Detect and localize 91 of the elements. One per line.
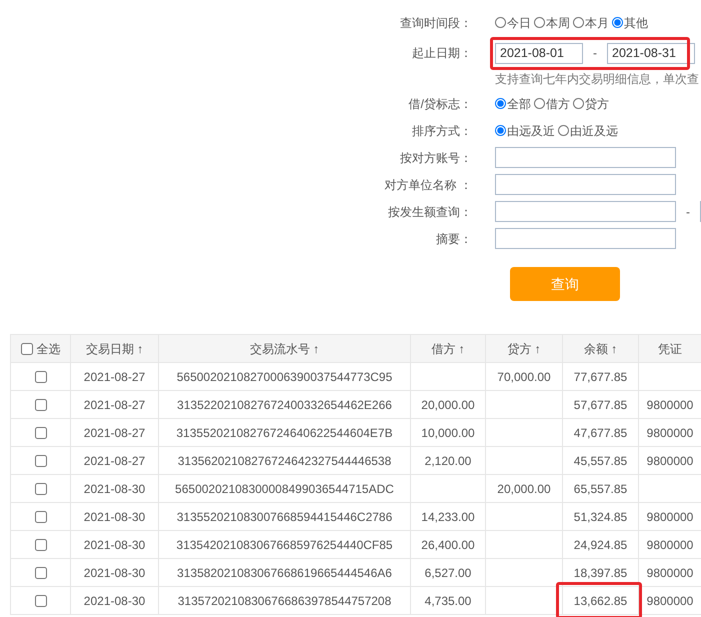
input-field[interactable]: 2021-08-31 [607, 42, 695, 64]
table-cell: 2021-08-30 [84, 566, 146, 580]
table-cell: 9800000 [646, 538, 694, 552]
radio-button[interactable] [495, 17, 506, 28]
checkbox[interactable] [34, 511, 46, 524]
table-cell: 2021-08-27 [84, 454, 146, 468]
radio-label: 本周 [546, 14, 570, 32]
table-cell: 45,557.85 [574, 454, 628, 468]
table-cell: 2021-08-30 [84, 510, 146, 524]
radio-label: 其他 [624, 14, 648, 32]
table-cell: 9800000 [646, 454, 694, 468]
radio-label: 今日 [507, 14, 531, 32]
table-cell: 18,397.85 [574, 566, 628, 580]
field-label: 按发生额查询： [387, 204, 473, 220]
table-cell: 6,527.00 [424, 566, 472, 580]
checkbox[interactable] [34, 595, 46, 608]
range-separator: - [686, 204, 690, 220]
table-cell: 4,735.00 [424, 594, 472, 608]
checkbox[interactable] [34, 567, 46, 580]
table-cell: 313582021083067668619665444546A6 [177, 566, 392, 580]
table-cell: 2021-08-30 [84, 538, 146, 552]
field-label: 排序方式： [411, 122, 473, 140]
radio-label: 由远及近 [507, 122, 555, 140]
table-cell: 9800000 [646, 566, 694, 580]
radio-label: 借方 [546, 96, 570, 112]
sortable-column-header[interactable]: 交易流水号 ↑ [250, 342, 320, 356]
table-cell: 14,233.00 [421, 510, 475, 524]
table-cell: 57,677.85 [574, 398, 628, 412]
checkbox[interactable] [34, 427, 46, 440]
table-cell: 77,677.85 [574, 370, 628, 384]
radio-button[interactable] [495, 98, 506, 109]
table-cell: 56500202108270006390037544773C95 [176, 370, 392, 384]
table-cell: 65,557.85 [574, 482, 628, 496]
table-cell: 2021-08-30 [84, 482, 146, 496]
table-cell: 13,662.85 [574, 594, 628, 608]
range-separator: - [593, 45, 597, 62]
field-label: 摘要： [435, 230, 473, 248]
radio-label: 由近及远 [570, 122, 618, 140]
field-label: 借/贷标志： [408, 96, 473, 112]
table-cell: 10,000.00 [421, 426, 475, 440]
input-field[interactable] [495, 147, 676, 168]
input-field[interactable]: 2021-08-01 [495, 42, 583, 64]
radio-button[interactable] [495, 125, 506, 136]
table-cell: 9800000 [646, 426, 694, 440]
radio-button[interactable] [534, 17, 545, 28]
table-cell: 2021-08-27 [84, 398, 146, 412]
hint-text: 支持查询七年内交易明细信息，单次查 [495, 72, 699, 86]
select-all-label: 全选 [36, 342, 60, 356]
table-cell: 26,400.00 [421, 538, 475, 552]
column-header: 凭证 [658, 342, 682, 356]
input-field[interactable] [495, 201, 676, 222]
table-cell: 3135220210827672400332654462E266 [177, 398, 392, 412]
table-cell: 31355202108276724640622544604E7B [176, 426, 393, 440]
table-cell: 31356202108276724642327544446538 [178, 454, 392, 468]
radio-button[interactable] [534, 98, 545, 109]
radio-button[interactable] [612, 17, 623, 28]
field-label: 起止日期： [411, 45, 473, 62]
radio-label: 本月 [585, 14, 609, 32]
table-cell: 24,924.85 [574, 538, 628, 552]
checkbox[interactable] [20, 343, 32, 356]
table-cell: 3135420210830676685976254440CF85 [176, 538, 393, 552]
table-cell: 47,677.85 [574, 426, 628, 440]
table-cell: 9800000 [646, 594, 694, 608]
radio-label: 全部 [507, 96, 531, 112]
checkbox[interactable] [34, 539, 46, 552]
field-label: 查询时间段： [399, 14, 473, 32]
table-cell: 70,000.00 [497, 370, 551, 384]
table-cell: 31357202108306766863978544757208 [178, 594, 392, 608]
table-cell: 20,000.00 [497, 482, 551, 496]
radio-button[interactable] [573, 98, 584, 109]
table-cell: 2021-08-27 [84, 370, 146, 384]
table-cell: 20,000.00 [421, 398, 475, 412]
radio-button[interactable] [558, 125, 569, 136]
radio-label: 贷方 [585, 96, 609, 112]
checkbox[interactable] [34, 371, 46, 384]
checkbox[interactable] [34, 455, 46, 468]
checkbox[interactable] [34, 483, 46, 496]
checkbox[interactable] [34, 399, 46, 412]
field-label: 对方单位名称 ： [384, 176, 473, 194]
input-field[interactable] [495, 174, 676, 195]
table-cell: 51,324.85 [574, 510, 628, 524]
table-cell: 2021-08-30 [84, 594, 146, 608]
table-cell: 2,120.00 [424, 454, 472, 468]
table-cell: 2021-08-27 [84, 426, 146, 440]
field-label: 按对方账号： [399, 150, 473, 166]
table-cell: 313552021083007668594415446C2786 [176, 510, 392, 524]
table-cell: 56500202108300008499036544715ADC [175, 482, 394, 496]
table-cell: 9800000 [646, 510, 694, 524]
radio-button[interactable] [573, 17, 584, 28]
table-cell: 9800000 [646, 398, 694, 412]
input-field[interactable] [495, 228, 676, 249]
